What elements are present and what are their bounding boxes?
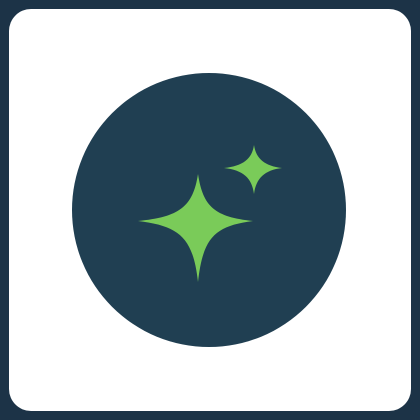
icon-badge	[72, 73, 346, 347]
small-sparkle-icon	[224, 145, 282, 194]
app-icon-tile[interactable]	[9, 9, 411, 411]
large-sparkle-icon	[138, 174, 253, 282]
sparkles-icon	[138, 145, 282, 282]
